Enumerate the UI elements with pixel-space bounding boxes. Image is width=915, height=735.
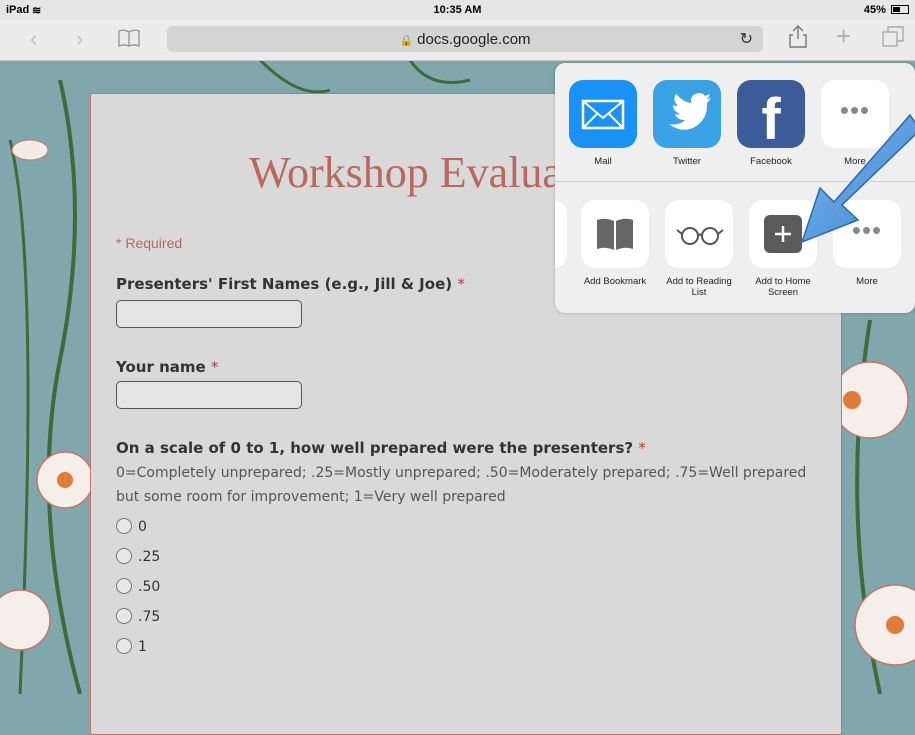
radio-option[interactable]: 0 — [116, 518, 147, 535]
presenters-names-input[interactable] — [116, 300, 302, 328]
radio-label: 0 — [138, 519, 147, 535]
radio-option[interactable]: .75 — [116, 608, 160, 625]
share-label: Add Bookmark — [583, 276, 647, 287]
address-bar[interactable]: 🔒 docs.google.com ↻ — [167, 26, 763, 52]
twitter-icon — [653, 80, 721, 148]
question-presenters-label: Presenters' First Names (e.g., Jill & Jo… — [116, 275, 465, 293]
radio-button[interactable] — [116, 548, 132, 564]
glasses-icon — [665, 200, 733, 268]
share-twitter[interactable]: Twitter — [647, 80, 727, 167]
radio-button[interactable] — [116, 518, 132, 534]
radio-label: .25 — [138, 549, 161, 565]
share-add-reading-list[interactable]: Add to Reading List — [659, 200, 739, 298]
clock: 10:35 AM — [433, 4, 482, 16]
share-label: Mail — [594, 156, 612, 167]
radio-option[interactable]: .25 — [116, 548, 160, 565]
share-label: Add to Reading List — [666, 276, 732, 298]
share-mail[interactable]: Mail — [563, 80, 643, 167]
radio-label: .75 — [138, 609, 161, 625]
battery-indicator: 45% — [864, 4, 909, 16]
share-add-bookmark[interactable]: Add Bookmark — [575, 200, 655, 287]
url-text: docs.google.com — [417, 31, 531, 48]
required-star: * — [210, 358, 219, 376]
description-line: but some room for improvement; 1=Very we… — [116, 489, 506, 505]
book-icon — [581, 200, 649, 268]
plus-icon[interactable]: + — [836, 21, 851, 52]
share-label: Add to Home Screen — [755, 276, 811, 298]
book-icon[interactable] — [118, 27, 140, 53]
share-label: More — [856, 276, 878, 287]
radio-button[interactable] — [116, 578, 132, 594]
radio-option[interactable]: 1 — [116, 638, 147, 655]
question-text: Presenters' First Names (e.g., Jill & Jo… — [116, 275, 453, 293]
required-star: * — [457, 275, 465, 293]
radio-button[interactable] — [116, 638, 132, 654]
radio-button[interactable] — [116, 608, 132, 624]
question-description: 0=Completely unprepared; .25=Mostly unpr… — [116, 461, 816, 509]
required-star: * — [638, 439, 646, 457]
battery-percent: 45% — [863, 4, 886, 16]
radio-option[interactable]: .50 — [116, 578, 160, 595]
tabs-icon[interactable] — [882, 26, 904, 54]
share-label: Twitter — [673, 156, 701, 167]
question-your-name-label: Your name * — [116, 358, 218, 376]
browser-toolbar: ‹ › 🔒 docs.google.com ↻ + — [0, 20, 915, 61]
chevron-left-icon[interactable]: ‹ — [30, 26, 37, 52]
share-action-hidden[interactable] — [555, 200, 573, 268]
reload-icon[interactable]: ↻ — [740, 29, 753, 49]
required-note: * Required — [116, 235, 183, 251]
lock-icon: 🔒 — [399, 35, 414, 47]
chevron-right-icon[interactable]: › — [76, 26, 83, 52]
your-name-input[interactable] — [116, 381, 302, 409]
question-text: Your name — [116, 358, 206, 376]
battery-icon — [891, 5, 909, 14]
question-preparedness-label: On a scale of 0 to 1, how well prepared … — [116, 439, 646, 457]
question-text: On a scale of 0 to 1, how well prepared … — [116, 439, 634, 457]
action-icon — [555, 200, 567, 268]
annotation-arrow — [800, 113, 915, 244]
radio-label: .50 — [138, 579, 161, 595]
radio-label: 1 — [138, 639, 147, 655]
status-bar: iPad ≋ 10:35 AM 45% — [0, 0, 915, 20]
share-icon[interactable] — [789, 24, 807, 54]
description-line: 0=Completely unprepared; .25=Mostly unpr… — [116, 465, 807, 481]
mail-icon — [569, 80, 637, 148]
